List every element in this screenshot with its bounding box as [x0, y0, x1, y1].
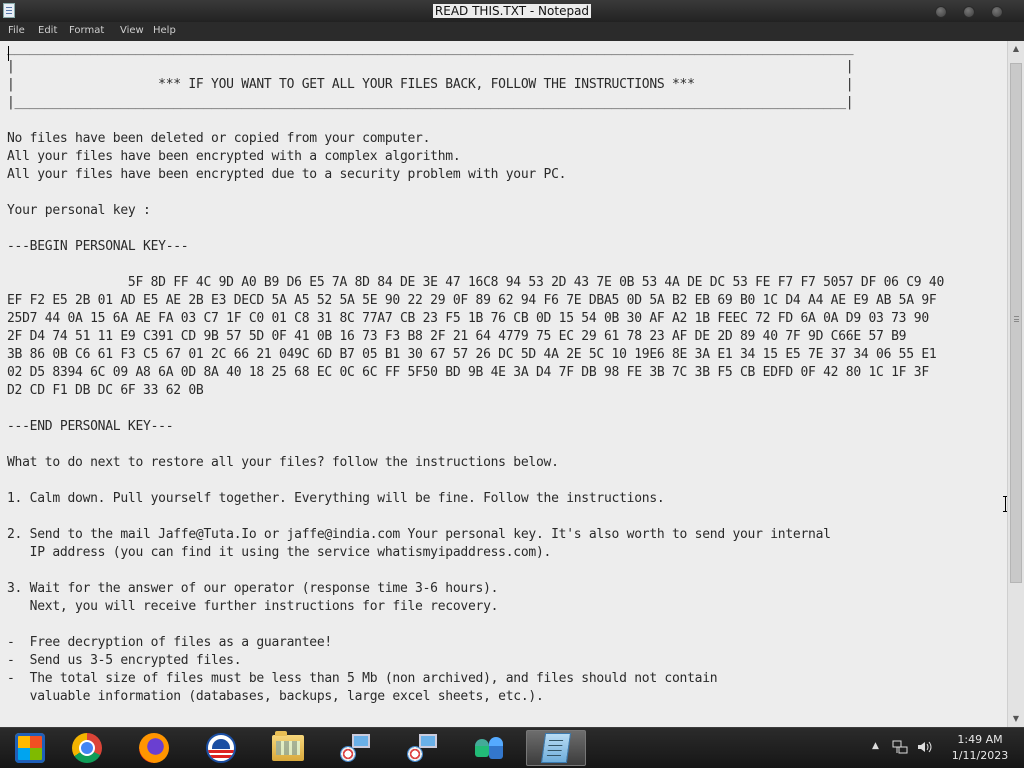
menu-help[interactable]: Help: [153, 25, 176, 37]
vertical-scrollbar[interactable]: ▲ ▼: [1007, 41, 1024, 727]
taskbar-file-explorer[interactable]: [258, 730, 318, 766]
taskbar-chrome[interactable]: [57, 730, 117, 766]
menu-bar: File Edit Format View Help: [0, 22, 1024, 41]
text-caret: [8, 46, 9, 61]
network-setup-icon: [340, 734, 370, 762]
start-button[interactable]: [0, 730, 60, 766]
document-text[interactable]: ________________________________________…: [7, 41, 944, 706]
taskbar-users[interactable]: [459, 730, 519, 766]
taskbar-network-setup-2[interactable]: [392, 730, 452, 766]
maximize-button[interactable]: [963, 6, 975, 18]
grip-icon: [1014, 316, 1019, 322]
network-icon[interactable]: [892, 739, 908, 758]
taskbar-firefox[interactable]: [124, 730, 184, 766]
minimize-button[interactable]: [935, 6, 947, 18]
system-clock[interactable]: 1:49 AM 1/11/2023: [940, 732, 1020, 764]
menu-view[interactable]: View: [120, 25, 144, 37]
text-editor[interactable]: ________________________________________…: [0, 41, 1007, 727]
taskbar-notepad[interactable]: [526, 730, 586, 766]
taskbar: ▲ 1:49 AM 1/11/2023: [0, 727, 1024, 768]
volume-icon[interactable]: [916, 739, 934, 758]
chrome-icon: [72, 733, 102, 763]
chevron-up-icon[interactable]: ▲: [872, 741, 879, 751]
close-button[interactable]: [991, 6, 1003, 18]
network-setup-icon-2: [407, 734, 437, 762]
start-button-icon: [15, 733, 45, 763]
users-icon: [473, 735, 505, 761]
menu-file[interactable]: File: [8, 25, 25, 37]
scroll-down-arrow-icon[interactable]: ▼: [1008, 711, 1024, 727]
menu-format[interactable]: Format: [69, 25, 104, 37]
firefox-icon: [139, 733, 169, 763]
clock-time: 1:49 AM: [957, 733, 1003, 746]
campaign-logo-icon: [206, 733, 236, 763]
scroll-up-arrow-icon[interactable]: ▲: [1008, 41, 1024, 57]
file-explorer-icon: [272, 731, 304, 761]
clock-date: 1/11/2023: [951, 749, 1009, 762]
window-title: READ THIS.TXT - Notepad: [432, 4, 592, 18]
title-bar[interactable]: READ THIS.TXT - Notepad: [0, 0, 1024, 22]
menu-edit[interactable]: Edit: [38, 25, 57, 37]
taskbar-network-setup[interactable]: [325, 730, 385, 766]
scrollbar-thumb[interactable]: [1010, 63, 1022, 583]
notepad-icon: [540, 733, 572, 763]
taskbar-campaign-logo[interactable]: [191, 730, 251, 766]
